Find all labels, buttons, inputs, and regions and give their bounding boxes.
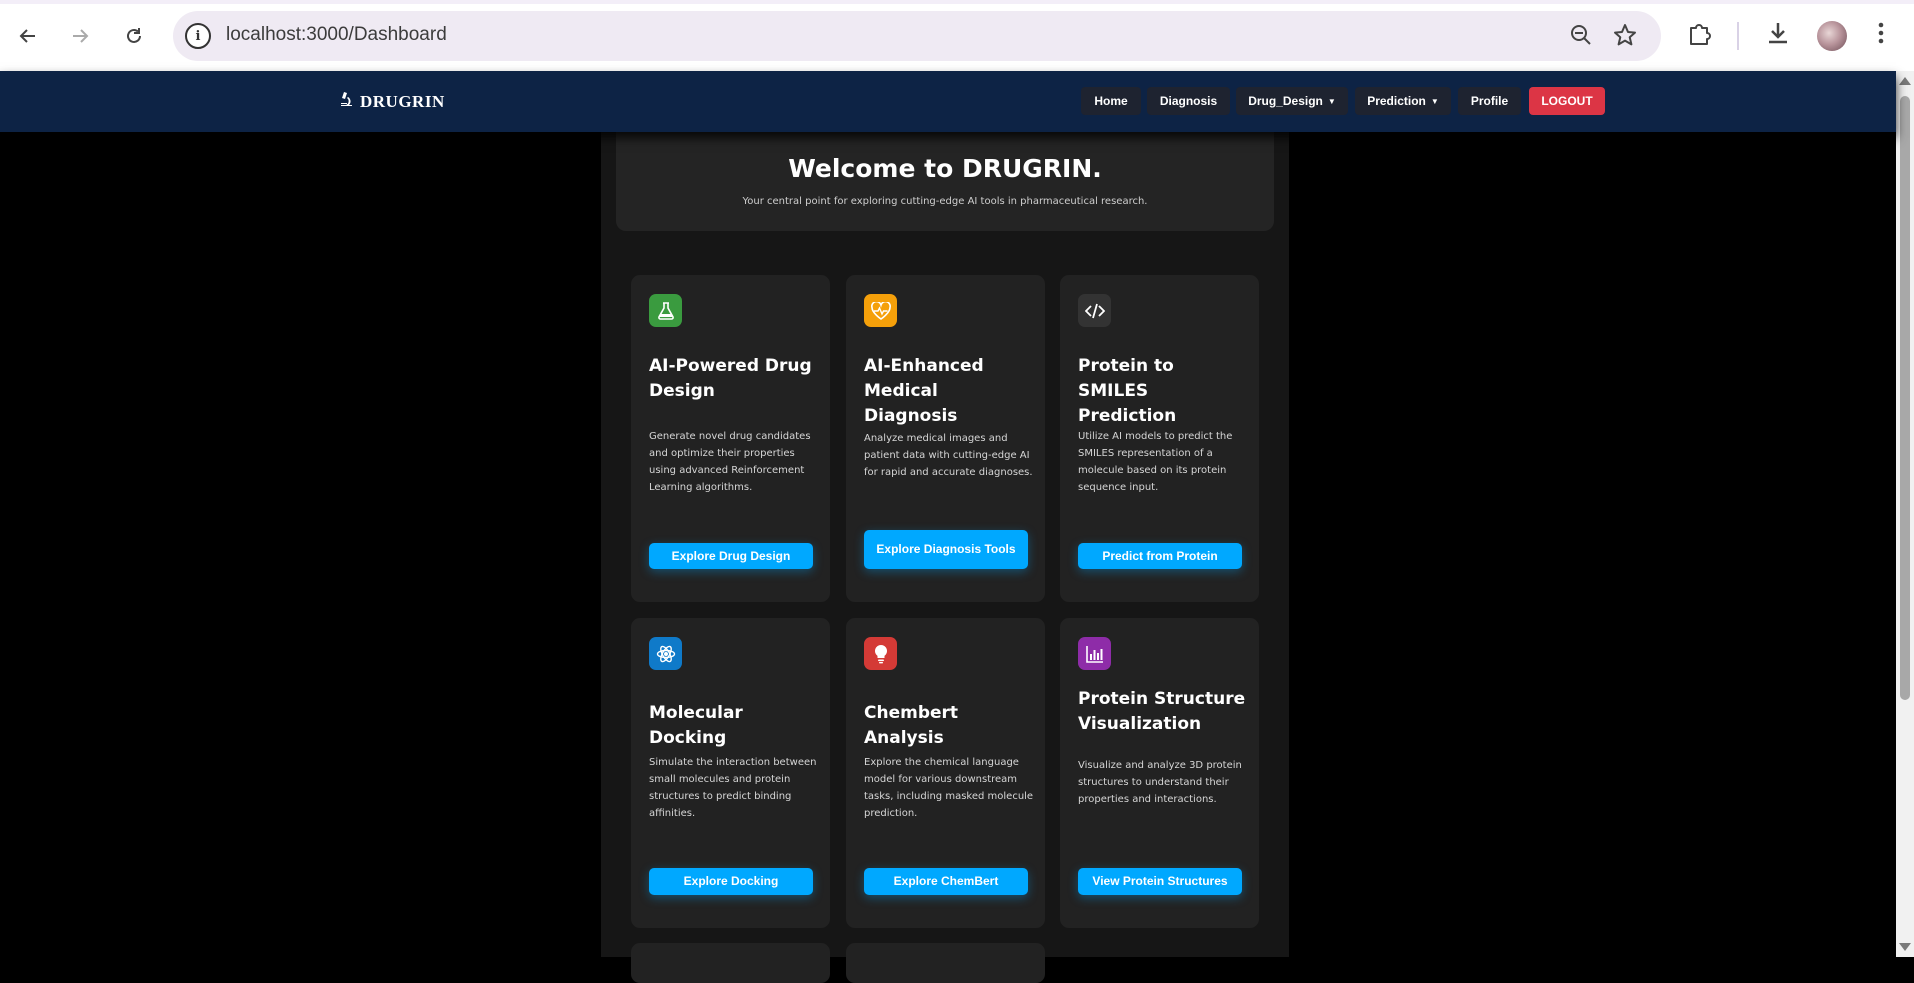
caret-down-icon: ▼: [1327, 96, 1336, 106]
brand-name: DRUGRIN: [360, 91, 445, 111]
card-medical-diagnosis: AI-Enhanced Medical Diagnosis Analyze me…: [846, 275, 1045, 602]
zoom-out-icon[interactable]: [1569, 23, 1593, 53]
nav-drug-design-label: Drug_Design: [1248, 94, 1323, 108]
toolbar-separator: [1737, 22, 1739, 50]
explore-docking-button[interactable]: Explore Docking: [649, 868, 813, 895]
explore-diagnosis-tools-button[interactable]: Explore Diagnosis Tools: [864, 530, 1028, 569]
puzzle-icon[interactable]: [1687, 20, 1713, 52]
card-molecular-docking: Molecular Docking Simulate the interacti…: [631, 618, 830, 928]
explore-drug-design-button[interactable]: Explore Drug Design: [649, 543, 813, 569]
dashboard-main: Welcome to DRUGRIN. Your central point f…: [601, 132, 1289, 983]
card-title: AI-Enhanced Medical Diagnosis: [864, 356, 984, 426]
nav-drug-design[interactable]: Drug_Design ▼: [1236, 87, 1348, 115]
card-description: Visualize and analyze 3D protein structu…: [1078, 760, 1242, 805]
site-info-icon[interactable]: i: [185, 23, 211, 49]
view-protein-structures-button[interactable]: View Protein Structures: [1078, 868, 1242, 895]
reload-icon[interactable]: [118, 20, 150, 52]
nav-prediction[interactable]: Prediction ▼: [1355, 87, 1451, 115]
card-description: Utilize AI models to predict the SMILES …: [1078, 431, 1233, 493]
nav-prediction-label: Prediction: [1367, 94, 1426, 108]
card-title: Chembert Analysis: [864, 703, 959, 748]
card-description: Explore the chemical language model for …: [864, 757, 1034, 819]
bar-chart-icon: [1078, 637, 1111, 670]
nav-profile[interactable]: Profile: [1458, 87, 1521, 115]
flask-icon: [649, 294, 682, 327]
card-protein-smiles: Protein to SMILES Prediction Utilize AI …: [1060, 275, 1259, 602]
card-title: Protein to SMILES Prediction: [1078, 356, 1177, 426]
microscope-icon: [338, 91, 354, 112]
url-text[interactable]: localhost:3000/Dashboard: [226, 24, 447, 46]
lightbulb-icon: [864, 637, 897, 670]
card-description: Generate novel drug candidates and optim…: [649, 431, 811, 493]
caret-down-icon: ▼: [1430, 96, 1439, 106]
welcome-banner: Welcome to DRUGRIN. Your central point f…: [616, 132, 1274, 231]
page-title: Welcome to DRUGRIN.: [788, 154, 1102, 183]
address-bar[interactable]: i localhost:3000/Dashboard: [173, 11, 1661, 61]
scroll-up-icon[interactable]: [1899, 77, 1911, 85]
nav-diagnosis[interactable]: Diagnosis: [1147, 87, 1230, 115]
nav-home[interactable]: Home: [1081, 87, 1141, 115]
profile-avatar[interactable]: [1817, 21, 1847, 51]
logout-button[interactable]: LOGOUT: [1529, 87, 1605, 115]
page-scrollbar[interactable]: [1896, 71, 1914, 957]
page-subtitle: Your central point for exploring cutting…: [742, 196, 1148, 207]
card-description: Simulate the interaction between small m…: [649, 757, 817, 819]
download-icon[interactable]: [1765, 20, 1791, 52]
app-navbar: DRUGRIN Home Diagnosis Drug_Design ▼ Pred…: [0, 71, 1896, 132]
kebab-menu-icon[interactable]: [1876, 20, 1886, 52]
card-description: Analyze medical images and patient data …: [864, 433, 1033, 478]
brand-logo[interactable]: DRUGRIN: [338, 91, 445, 112]
browser-toolbar: i localhost:3000/Dashboard: [0, 0, 1914, 71]
card-partial: [631, 943, 830, 983]
explore-chembert-button[interactable]: Explore ChemBert: [864, 868, 1028, 895]
heart-pulse-icon: [864, 294, 897, 327]
back-arrow-icon[interactable]: [12, 20, 44, 52]
card-title: AI-Powered Drug Design: [649, 356, 812, 401]
card-title: Molecular Docking: [649, 703, 743, 748]
tab-strip-edge: [0, 0, 1914, 4]
card-protein-structure: Protein Structure Visualization Visualiz…: [1060, 618, 1259, 928]
card-title: Protein Structure Visualization: [1078, 689, 1246, 734]
predict-from-protein-button[interactable]: Predict from Protein: [1078, 543, 1242, 569]
scrollbar-thumb[interactable]: [1900, 96, 1910, 700]
star-icon[interactable]: [1613, 23, 1637, 53]
scroll-down-icon[interactable]: [1899, 943, 1911, 951]
card-partial: [846, 943, 1045, 983]
card-drug-design: AI-Powered Drug Design Generate novel dr…: [631, 275, 830, 602]
forward-arrow-icon[interactable]: [64, 20, 96, 52]
atom-icon: [649, 637, 682, 670]
card-chembert: Chembert Analysis Explore the chemical l…: [846, 618, 1045, 928]
code-icon: [1078, 294, 1111, 327]
